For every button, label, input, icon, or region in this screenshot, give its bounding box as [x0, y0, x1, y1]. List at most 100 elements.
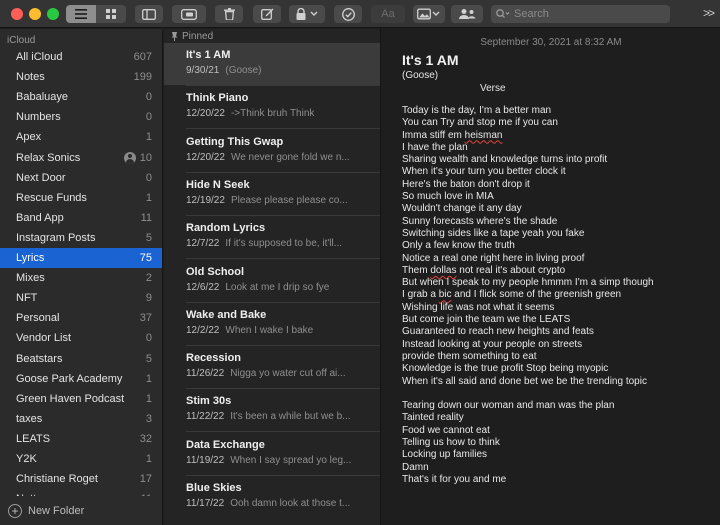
lock-icon	[296, 8, 318, 20]
note-list: Pinned It's 1 AM 9/30/21 (Goose) Think Pian…	[164, 29, 381, 525]
folder-name: LEATS	[16, 432, 51, 445]
note-list-item[interactable]: Stim 30s 11/22/22 It's been a while but we…	[164, 389, 380, 431]
media-menu-button[interactable]	[413, 5, 445, 23]
window-zoom-button[interactable]	[47, 8, 59, 20]
note-list-item[interactable]: Recession 11/26/22 Nigga yo water cut off …	[164, 346, 380, 388]
sidebar-folder[interactable]: Babaluaye 0	[0, 87, 162, 107]
delete-button[interactable]	[215, 5, 243, 23]
note-date: September 30, 2021 at 8:32 AM	[480, 37, 622, 48]
sidebar-folder[interactable]: Instagram Posts 5	[0, 228, 162, 248]
sidebar-folder[interactable]: Green Haven Podcast 1	[0, 389, 162, 409]
gallery-view-icon	[106, 9, 116, 19]
sidebar-folder[interactable]: Next Door 0	[0, 168, 162, 188]
folder-count: 5	[146, 353, 152, 365]
sidebar-folder[interactable]: Y2K 1	[0, 449, 162, 469]
sidebar-folder[interactable]: Goose Park Academy 1	[0, 369, 162, 389]
sidebar-folder[interactable]: NFT 9	[0, 288, 162, 308]
sidebar-folder[interactable]: Rescue Funds 1	[0, 188, 162, 208]
lock-menu-button[interactable]	[289, 5, 325, 23]
note-item-title: Data Exchange	[186, 438, 265, 451]
sidebar-icon	[142, 8, 156, 20]
folder-count: 0	[146, 111, 152, 123]
sidebar-folder[interactable]: Lyrics 75	[0, 248, 162, 268]
note-item-title: Hide N Seek	[186, 178, 250, 191]
note-title[interactable]: It's 1 AM	[402, 52, 459, 68]
sidebar-folder[interactable]: Beatstars 5	[0, 349, 162, 369]
lyric-line: Food we cannot eat	[402, 424, 490, 436]
misspelled-word[interactable]: heisman	[465, 130, 503, 141]
new-folder-label: New Folder	[28, 504, 85, 517]
plus-circle-icon: +	[8, 503, 22, 518]
sidebar-folder[interactable]: LEATS 32	[0, 429, 162, 449]
note-list-item[interactable]: Getting This Gwap 12/20/22 We never gone f…	[164, 130, 380, 172]
lyric-line: Wouldn't change it any day	[402, 203, 522, 215]
note-editor[interactable]: September 30, 2021 at 8:32 AM It's 1 AM …	[382, 29, 720, 525]
sidebar-folder[interactable]: Personal 37	[0, 308, 162, 328]
new-note-button[interactable]	[253, 5, 281, 23]
toggle-sidebar-button[interactable]	[135, 5, 163, 23]
list-view-icon	[75, 9, 87, 19]
attachments-button[interactable]	[172, 5, 206, 23]
misspelled-word[interactable]: dollas	[430, 265, 456, 276]
sidebar-folder[interactable]: Notes 199	[0, 67, 162, 87]
new-folder-button[interactable]: + New Folder	[0, 496, 162, 525]
note-item-title: Old School	[186, 265, 245, 278]
note-list-item[interactable]: Old School 12/6/22 Look at me I drip so fy…	[164, 260, 380, 302]
sidebar-folder[interactable]: Christiane Roget 17	[0, 469, 162, 489]
folder-count: 17	[140, 473, 152, 485]
note-item-preview: When I wake I bake	[225, 324, 314, 336]
note-item-date: 12/20/22	[186, 151, 225, 163]
checklist-button[interactable]	[334, 5, 362, 23]
window-close-button[interactable]	[11, 8, 23, 20]
search-field[interactable]	[491, 5, 670, 23]
note-list-item[interactable]: Random Lyrics 12/7/22 If it's supposed to …	[164, 216, 380, 258]
note-list-item[interactable]: Data Exchange 11/19/22 When I say spread y…	[164, 433, 380, 475]
note-item-meta: 9/30/21 (Goose)	[186, 65, 372, 76]
note-item-preview: (Goose)	[225, 65, 262, 76]
folder-count-value: 607	[133, 51, 152, 63]
note-list-item[interactable]: Hide N Seek 12/19/22 Please please please …	[164, 173, 380, 215]
format-button[interactable]: Aa	[371, 5, 405, 23]
lyric-line: But when I speak to my people hmmm I'm a…	[402, 277, 654, 289]
folder-count-value: 1	[145, 372, 152, 385]
sidebar-folder[interactable]: Vendor List 0	[0, 328, 162, 348]
folder-name: Next Door	[16, 171, 66, 184]
folder-count: 37	[140, 312, 152, 324]
folder-count-value: 0	[145, 171, 152, 184]
toolbar-overflow-icon[interactable]: >>	[703, 6, 715, 20]
section-heading[interactable]: Verse	[480, 83, 506, 94]
lyric-line: You can Try and stop me if you can	[402, 117, 558, 129]
folder-name: Goose Park Academy	[16, 372, 123, 385]
list-view-button[interactable]	[66, 5, 96, 23]
folder-name: taxes	[16, 412, 43, 425]
search-input[interactable]	[514, 8, 654, 20]
window-minimize-button[interactable]	[29, 8, 41, 20]
note-list-item[interactable]: Blue Skies 11/17/22 Ooh damn look at those…	[164, 476, 380, 518]
folder-name: Y2K	[16, 453, 37, 465]
folder-count-value: 10	[139, 151, 152, 164]
note-list-item[interactable]: It's 1 AM 9/30/21 (Goose)	[164, 43, 380, 85]
lyric-line: Sunny forecasts where's the shade	[402, 215, 558, 227]
lyric-line: Them dollas not real it's about crypto	[402, 264, 566, 276]
sidebar-folder[interactable]: Apex 1	[0, 127, 162, 147]
sidebar-folder[interactable]: Numbers 0	[0, 107, 162, 127]
collaborate-button[interactable]	[451, 5, 483, 23]
lyric-line: That's it for you and me	[402, 473, 507, 485]
sidebar-folder[interactable]: Mixes 2	[0, 268, 162, 288]
folder-name: Rescue Funds	[16, 191, 87, 204]
note-item-preview: It's been a while but we b...	[230, 411, 351, 423]
note-subtitle[interactable]: (Goose)	[402, 70, 438, 81]
gallery-view-button[interactable]	[96, 5, 126, 23]
note-body[interactable]: Today is the day, I'm a better man You ca…	[402, 105, 712, 486]
misspelled-word[interactable]: bic	[439, 289, 452, 300]
note-list-item[interactable]: Wake and Bake 12/2/22 When I wake I bake	[164, 303, 380, 345]
note-list-item[interactable]: Think Piano 12/20/22 ->Think bruh Think	[164, 86, 380, 128]
lyric-line: provide them something to eat	[402, 350, 537, 362]
sidebar-folder[interactable]: Band App 11	[0, 208, 162, 228]
sidebar-folder[interactable]: Relax Sonics 10	[0, 148, 162, 168]
sidebar-folder[interactable]: All iCloud 607	[0, 47, 162, 67]
lyric-line: Today is the day, I'm a better man	[402, 105, 552, 116]
sidebar-folder[interactable]: taxes 3	[0, 409, 162, 429]
lyric-line: Only a few know the truth	[402, 240, 515, 252]
folder-count: 10	[123, 151, 152, 164]
